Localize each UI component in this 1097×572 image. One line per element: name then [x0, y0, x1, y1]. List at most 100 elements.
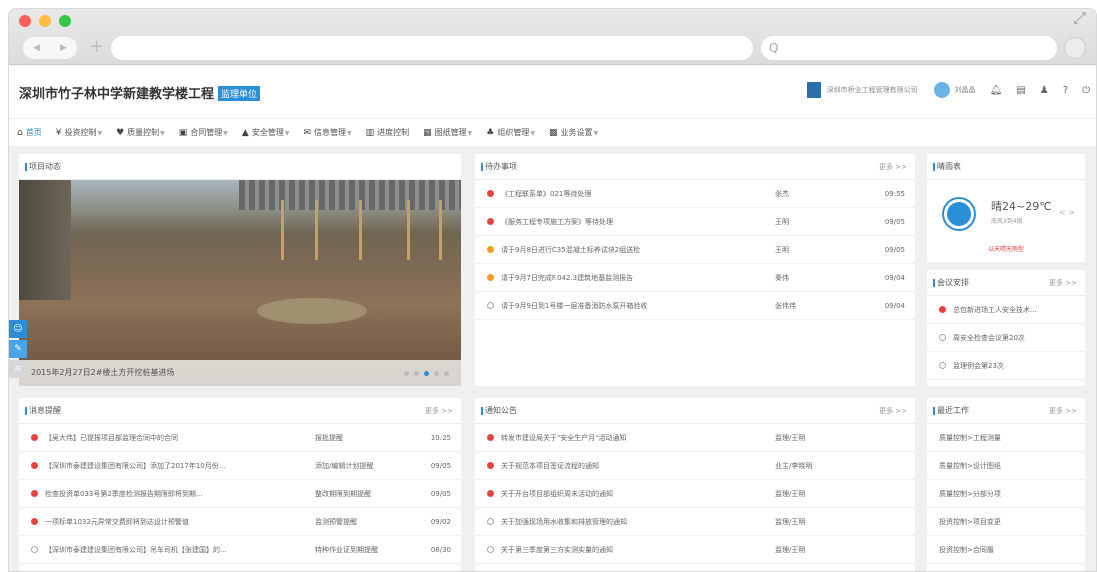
list-item[interactable]: 请于9月7日完成F.042.3建筑地基监测报告 秦伟 09/04 [475, 264, 915, 292]
chevron-down-icon: ▼ [530, 130, 535, 137]
message-time: 09/05 [430, 490, 451, 498]
nav-item-safety[interactable]: ▲ 安全管理▼ [242, 127, 290, 138]
org-icon: ♣ [486, 128, 495, 138]
list-item[interactable]: 《工程联系单》021等待处理 张杰 09:55 [475, 180, 915, 208]
list-item[interactable]: 质量控制>分部分项 [927, 480, 1085, 508]
nav-label: 质量控制 [127, 128, 160, 137]
list-item[interactable]: 《服务工程专项施工方案》等待处理 王明 09/05 [475, 208, 915, 236]
recent-work-link[interactable]: 投资控制>合同履 [939, 536, 994, 564]
recent-work-link[interactable]: 质量控制>分部分项 [939, 480, 1001, 508]
user-icon[interactable]: ♟ [1040, 85, 1049, 96]
more-link[interactable]: 更多 >> [425, 398, 453, 424]
carousel-dot-active[interactable] [424, 371, 429, 376]
list-item[interactable]: 关于加强现场用水收集和排放管理的通知 监理/王明 [475, 508, 915, 536]
back-forward-buttons[interactable]: ◀ ▶ [23, 37, 77, 59]
nav-item-investment[interactable]: ¥ 投资控制▼ [56, 127, 102, 138]
calendar-icon[interactable]: ▤ [1016, 85, 1025, 96]
list-item[interactable]: 质量控制>设计图纸 [927, 452, 1085, 480]
more-link[interactable]: 更多 >> [879, 154, 907, 180]
more-link[interactable]: 更多 >> [1049, 270, 1077, 296]
nav-item-home[interactable]: ⌂ 首页 [17, 127, 42, 138]
nav-label: 信息管理 [314, 128, 347, 137]
chat-icon[interactable]: ☺ [9, 320, 27, 338]
project-photo-carousel[interactable]: 2015年2月27日2#楼土方开挖桩基进场 [19, 180, 461, 386]
help-icon[interactable]: ? [1063, 85, 1068, 96]
carousel-dot[interactable] [434, 371, 439, 376]
list-item[interactable]: 一项标单1032元异常交费即将到达设计预警值 监测预警提醒 09/02 [19, 508, 461, 536]
project-title: 深圳市竹子林中学新建教学楼工程 [19, 87, 215, 102]
nav-item-contract[interactable]: ▣ 合同管理▼ [179, 127, 228, 138]
list-item[interactable]: 检查投资单033号第2季度检测报告期限即将到期... 整改期限到期提醒 09/05 [19, 480, 461, 508]
minimize-window-button[interactable] [39, 15, 51, 27]
nav-label: 投资控制 [64, 128, 97, 137]
list-item[interactable]: 关于第三季度第三方实测实量的通知 监理/王明 [475, 536, 915, 564]
search-icon: Q [769, 41, 779, 55]
weather-wind: 南风3到4级 [991, 218, 1023, 225]
carousel-dot[interactable] [404, 371, 409, 376]
recent-work-link[interactable]: 投资控制>项目变更 [939, 508, 1001, 536]
panel-title: 消息提醒 [29, 406, 61, 415]
more-link[interactable]: 更多 >> [1049, 398, 1077, 424]
nav-item-quality[interactable]: ♥ 质量控制▼ [116, 127, 165, 138]
app-header: 深圳市竹子林中学新建教学楼工程 监理单位 深圳市桥业工程管理有限公司 刘晶晶 🔔︎… [9, 66, 1096, 118]
list-item[interactable]: 投资控制>项目变更 [927, 508, 1085, 536]
address-bar[interactable] [111, 36, 753, 60]
avatar[interactable] [933, 82, 950, 98]
nav-item-drawings[interactable]: ▦ 图纸管理▼ [423, 127, 472, 138]
list-icon[interactable]: ≡ [9, 360, 27, 378]
panel-title: 待办事项 [485, 162, 517, 171]
project-news-panel: 项目动态 2015年2月27日2#楼土方开挖桩基进场 [19, 154, 461, 386]
back-arrow-icon[interactable]: ◀ [33, 43, 40, 53]
nav-item-schedule[interactable]: ▥ 进度控制 [366, 127, 410, 138]
weather-temp: 晴24~29℃ [991, 200, 1052, 213]
list-item[interactable]: 周安全检查会议第20次 [927, 324, 1085, 352]
todo-time: 09/04 [884, 274, 905, 282]
status-dot [487, 490, 494, 497]
weather-nav-arrows[interactable]: < > [1059, 208, 1075, 217]
list-item[interactable]: 【深圳市泰建建设集团有限公司】吊车司机【张建国】的... 特种作业证到期提醒 08/… [19, 536, 461, 564]
close-window-button[interactable] [19, 15, 31, 27]
message-text: 【深圳市泰建建设集团有限公司】添加了2017年10月份... [45, 462, 226, 470]
notice-text: 关于规范本项目签证流程的通知 [501, 462, 599, 470]
status-dot [487, 190, 494, 197]
sun-icon [947, 202, 971, 226]
bell-icon[interactable]: 🔔︎ [990, 85, 1003, 96]
status-dot [487, 302, 494, 309]
user-name[interactable]: 刘晶晶 [955, 85, 976, 95]
carousel-dot[interactable] [414, 371, 419, 376]
recent-work-link[interactable]: 质量控制>工程测量 [939, 424, 1001, 452]
list-item[interactable]: 转发市建设局关于"安全生产月"活动通知 监理/王明 [475, 424, 915, 452]
list-item[interactable]: 关于规范本项目签证流程的通知 业主/李晓明 [475, 452, 915, 480]
notice-text: 关于加强现场用水收集和排放管理的通知 [501, 518, 627, 526]
more-link[interactable]: 更多 >> [879, 398, 907, 424]
list-item[interactable]: 【深圳市泰建建设集团有限公司】添加了2017年10月份... 添加/编辑计划提醒 0… [19, 452, 461, 480]
new-tab-icon[interactable]: + [89, 36, 104, 57]
carousel-dot[interactable] [444, 371, 449, 376]
power-icon[interactable]: ⏻ [1082, 85, 1090, 96]
company-logo-icon [806, 82, 821, 98]
edit-icon[interactable]: ✎ [9, 340, 27, 358]
list-item[interactable]: 请于9月9日到1号楼一层准备消防水泵开箱验收 张伟伟 09/04 [475, 292, 915, 320]
nav-item-settings[interactable]: ▩ 业务设置▼ [549, 127, 598, 138]
maximize-window-button[interactable] [59, 15, 71, 27]
recent-work-link[interactable]: 质量控制>设计图纸 [939, 452, 1001, 480]
message-text: 【深圳市泰建建设集团有限公司】吊车司机【张建国】的... [45, 546, 227, 554]
resize-icon[interactable]: ⟷ [1068, 9, 1090, 29]
nav-item-org[interactable]: ♣ 组织管理▼ [486, 127, 535, 138]
nav-item-info[interactable]: ✉ 信息管理▼ [303, 127, 351, 138]
search-bar[interactable]: Q [761, 36, 1057, 60]
photo-pole [315, 200, 318, 260]
forward-arrow-icon[interactable]: ▶ [60, 43, 67, 53]
panel-header: 通知公告 更多 >> [475, 398, 915, 424]
list-item[interactable]: 总包新进场工人安全技术... [927, 296, 1085, 324]
list-item[interactable]: 投资控制>合同履 [927, 536, 1085, 564]
list-item[interactable]: 【吴大伟】已提报项目部监理合同中的合同 报批提醒 10:25 [19, 424, 461, 452]
browser-menu-button[interactable] [1064, 37, 1086, 59]
drawing-icon: ▦ [423, 128, 432, 138]
list-item[interactable]: 质量控制>工程测量 [927, 424, 1085, 452]
list-item[interactable]: 监理例会第23次 [927, 352, 1085, 380]
list-item[interactable]: 关于开台项目部组织周末活动的通知 监理/王明 [475, 480, 915, 508]
nav-label: 组织管理 [497, 128, 530, 137]
company-name: 深圳市桥业工程管理有限公司 [826, 86, 918, 94]
list-item[interactable]: 请于9月8日进行C35混凝土标养试块2组送检 王明 09/05 [475, 236, 915, 264]
